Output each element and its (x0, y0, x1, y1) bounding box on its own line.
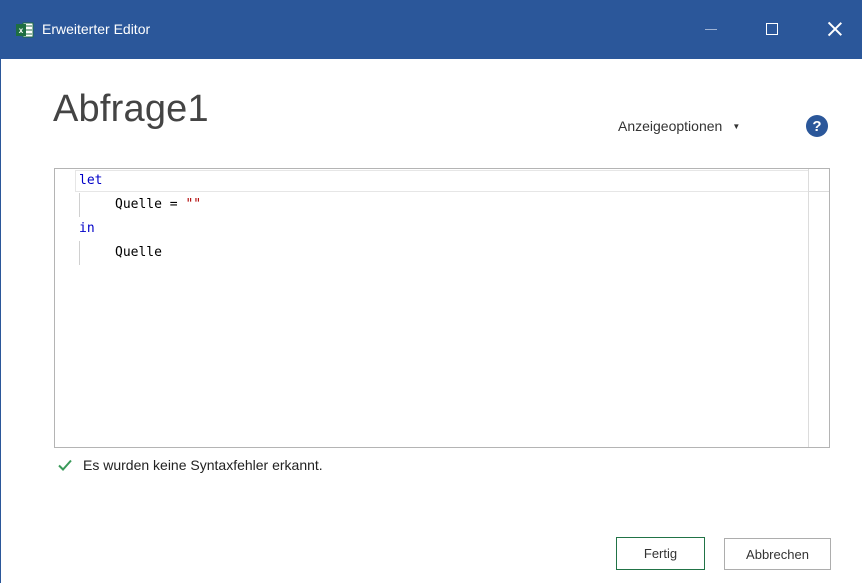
advanced-editor-window: x Erweiterter Editor Abfrage1 Anzeigeopt… (0, 0, 862, 583)
help-icon[interactable]: ? (806, 115, 828, 137)
code-line-4: Quelle (115, 241, 162, 265)
chevron-down-icon: ▼ (732, 121, 741, 131)
code-line-1: let (79, 169, 102, 193)
checkmark-icon (58, 459, 72, 471)
close-button[interactable] (813, 8, 857, 50)
svg-text:x: x (19, 26, 24, 35)
minimize-icon (705, 28, 717, 30)
string-literal: "" (185, 197, 202, 212)
view-options-label: Anzeigeoptionen (618, 118, 723, 134)
cancel-button[interactable]: Abbrechen (724, 538, 831, 570)
close-icon (828, 22, 842, 36)
excel-icon: x (16, 22, 34, 38)
title-bar[interactable]: x Erweiterter Editor (1, 0, 862, 59)
syntax-status-message: Es wurden keine Syntaxfehler erkannt. (83, 457, 323, 473)
done-button[interactable]: Fertig (616, 537, 705, 570)
keyword-in: in (79, 221, 95, 236)
scrollbar-top-cell (809, 169, 829, 192)
vertical-scrollbar[interactable] (808, 169, 829, 447)
assignment-operator: = (161, 197, 186, 212)
code-area[interactable]: let Quelle = "" in Quelle (55, 169, 811, 447)
view-options-dropdown[interactable]: Anzeigeoptionen ▼ (618, 118, 740, 134)
window-title: Erweiterter Editor (42, 21, 151, 37)
maximize-icon (766, 23, 778, 35)
identifier-quelle: Quelle (115, 245, 162, 260)
query-title: Abfrage1 (53, 88, 209, 130)
keyword-let: let (79, 173, 103, 188)
current-line-highlight (75, 170, 811, 192)
code-line-2: Quelle = "" (115, 193, 201, 217)
code-editor[interactable]: let Quelle = "" in Quelle (54, 168, 830, 448)
indent-guide (79, 241, 80, 265)
code-line-3: in (79, 217, 95, 241)
identifier-quelle: Quelle (115, 197, 162, 212)
syntax-status: Es wurden keine Syntaxfehler erkannt. (57, 457, 323, 473)
minimize-button[interactable] (689, 8, 733, 50)
maximize-button[interactable] (750, 8, 794, 50)
indent-guide (79, 193, 80, 217)
